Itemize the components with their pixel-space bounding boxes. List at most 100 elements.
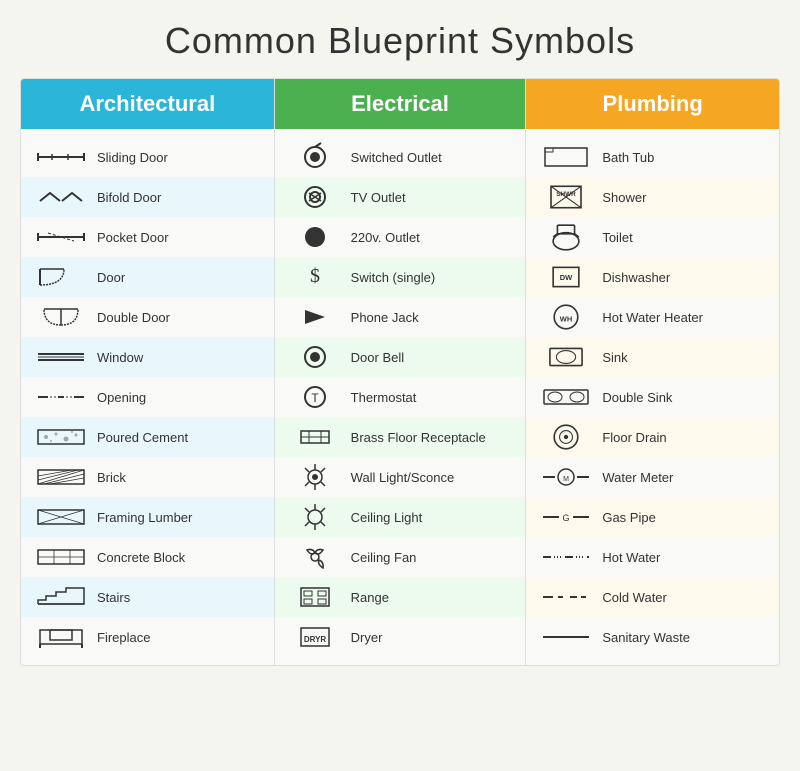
list-item: Concrete Block <box>21 537 274 577</box>
window-icon <box>31 342 91 372</box>
list-item: Sliding Door <box>21 137 274 177</box>
item-label: Dishwasher <box>602 270 670 285</box>
item-label: Cold Water <box>602 590 667 605</box>
list-item: Ceiling Fan <box>275 537 526 577</box>
svg-text:G: G <box>563 513 570 523</box>
hot-water-pipe-icon <box>536 542 596 572</box>
list-item: G Gas Pipe <box>526 497 779 537</box>
list-item: Sanitary Waste <box>526 617 779 657</box>
shower-icon: SHWR <box>536 182 596 212</box>
list-item: Bifold Door <box>21 177 274 217</box>
list-item: Phone Jack <box>275 297 526 337</box>
list-item: Double Sink <box>526 377 779 417</box>
list-item: Brick <box>21 457 274 497</box>
item-label: Sanitary Waste <box>602 630 690 645</box>
item-label: Fireplace <box>97 630 150 645</box>
list-item: Double Door <box>21 297 274 337</box>
sink-icon <box>536 342 596 372</box>
dishwasher-icon: DW <box>536 262 596 292</box>
list-item: T Thermostat <box>275 377 526 417</box>
page-title: Common Blueprint Symbols <box>165 20 635 62</box>
item-label: Ceiling Fan <box>351 550 417 565</box>
elec-body: Switched Outlet TV Outlet <box>275 129 526 665</box>
bifold-door-icon <box>31 182 91 212</box>
gas-pipe-icon: G <box>536 502 596 532</box>
list-item: Hot Water <box>526 537 779 577</box>
pocket-door-icon <box>31 222 91 252</box>
list-item: TV Outlet <box>275 177 526 217</box>
switch-single-icon: $ <box>285 262 345 292</box>
item-label: Phone Jack <box>351 310 419 325</box>
item-label: Window <box>97 350 143 365</box>
floor-drain-icon <box>536 422 596 452</box>
list-item: Poured Cement <box>21 417 274 457</box>
item-label: Brick <box>97 470 126 485</box>
list-item: DRYR Dryer <box>275 617 526 657</box>
item-label: Poured Cement <box>97 430 188 445</box>
item-label: Shower <box>602 190 646 205</box>
item-label: Ceiling Light <box>351 510 423 525</box>
ceiling-light-icon <box>285 502 345 532</box>
sanitary-waste-icon <box>536 622 596 652</box>
switched-outlet-icon <box>285 142 345 172</box>
outlet-220v-icon <box>285 222 345 252</box>
item-label: Hot Water Heater <box>602 310 703 325</box>
item-label: Floor Drain <box>602 430 666 445</box>
item-label: Door Bell <box>351 350 404 365</box>
list-item: Wall Light/Sconce <box>275 457 526 497</box>
arch-body: Sliding Door Bifold Door <box>21 129 274 665</box>
door-icon <box>31 262 91 292</box>
svg-text:T: T <box>311 391 319 405</box>
item-label: Sliding Door <box>97 150 168 165</box>
hot-water-heater-icon: WH <box>536 302 596 332</box>
svg-text:$: $ <box>310 265 320 287</box>
item-label: Stairs <box>97 590 130 605</box>
list-item: WH Hot Water Heater <box>526 297 779 337</box>
svg-text:SHWR: SHWR <box>557 191 577 198</box>
item-label: Toilet <box>602 230 632 245</box>
door-bell-icon <box>285 342 345 372</box>
list-item: Pocket Door <box>21 217 274 257</box>
list-item: Stairs <box>21 577 274 617</box>
list-item: Brass Floor Receptacle <box>275 417 526 457</box>
list-item: Range <box>275 577 526 617</box>
item-label: Door <box>97 270 125 285</box>
item-label: Brass Floor Receptacle <box>351 430 486 445</box>
bath-tub-icon <box>536 142 596 172</box>
item-label: 220v. Outlet <box>351 230 420 245</box>
list-item: M Water Meter <box>526 457 779 497</box>
dryer-icon: DRYR <box>285 622 345 652</box>
item-label: Double Sink <box>602 390 672 405</box>
item-label: Pocket Door <box>97 230 169 245</box>
poured-cement-icon <box>31 422 91 452</box>
item-label: Water Meter <box>602 470 673 485</box>
plumbing-column: Plumbing Bath Tub <box>526 79 779 665</box>
item-label: Sink <box>602 350 627 365</box>
item-label: Wall Light/Sconce <box>351 470 455 485</box>
item-label: Switch (single) <box>351 270 436 285</box>
item-label: Framing Lumber <box>97 510 192 525</box>
list-item: SHWR Shower <box>526 177 779 217</box>
item-label: Thermostat <box>351 390 417 405</box>
wall-light-icon <box>285 462 345 492</box>
sliding-door-icon <box>31 142 91 172</box>
plumb-body: Bath Tub SHWR Shower <box>526 129 779 665</box>
double-sink-icon <box>536 382 596 412</box>
water-meter-icon: M <box>536 462 596 492</box>
tv-outlet-icon <box>285 182 345 212</box>
list-item: Floor Drain <box>526 417 779 457</box>
item-label: Bifold Door <box>97 190 161 205</box>
svg-text:M: M <box>563 476 569 483</box>
cold-water-pipe-icon <box>536 582 596 612</box>
item-label: Range <box>351 590 389 605</box>
plumb-header: Plumbing <box>526 79 779 129</box>
list-item: 220v. Outlet <box>275 217 526 257</box>
framing-lumber-icon <box>31 502 91 532</box>
item-label: Bath Tub <box>602 150 654 165</box>
brick-icon <box>31 462 91 492</box>
list-item: Switched Outlet <box>275 137 526 177</box>
list-item: $ Switch (single) <box>275 257 526 297</box>
list-item: Cold Water <box>526 577 779 617</box>
list-item: Fireplace <box>21 617 274 657</box>
electrical-column: Electrical Switched Outlet <box>274 79 527 665</box>
